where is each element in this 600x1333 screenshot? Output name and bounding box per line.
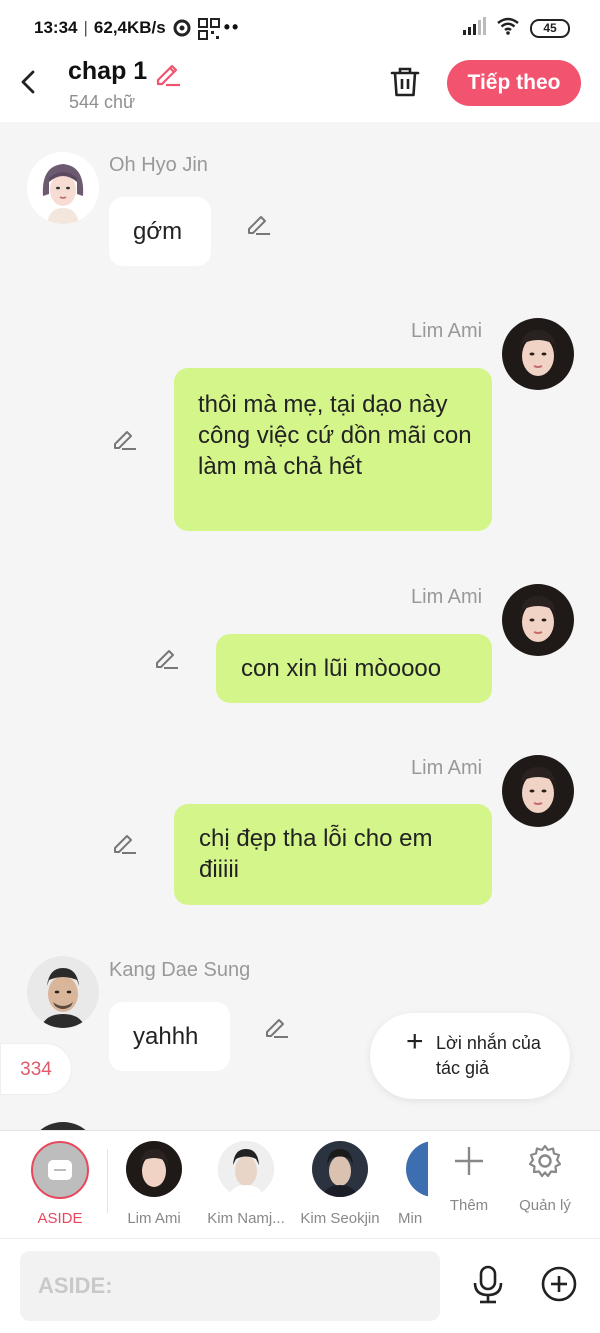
message-text: chị đẹp tha lỗi cho em điiiii bbox=[199, 825, 433, 883]
edit-title-button[interactable] bbox=[152, 58, 182, 88]
battery-indicator: 45 bbox=[530, 19, 570, 38]
network-speed: 62,4KB/s bbox=[93, 17, 166, 37]
character-min[interactable]: Min bbox=[388, 1141, 428, 1227]
message-text: con xin lũi mòoooo bbox=[241, 655, 442, 682]
character-avatar bbox=[312, 1141, 368, 1197]
signal-icon bbox=[462, 17, 486, 40]
author-note-label: Lời nhắn của tác giả bbox=[436, 1033, 541, 1078]
add-label: Thêm bbox=[449, 1197, 489, 1214]
sync-icon bbox=[172, 18, 192, 38]
character-label: Lim Ami bbox=[127, 1210, 181, 1227]
sender-name: Lim Ami bbox=[411, 320, 483, 342]
avatar-kang-dae-sung[interactable] bbox=[27, 956, 99, 1028]
voice-input-button[interactable] bbox=[470, 1265, 506, 1305]
wifi-icon bbox=[496, 17, 520, 40]
character-aside[interactable]: ASIDE bbox=[14, 1141, 106, 1227]
message-text: yahhh bbox=[133, 1023, 199, 1050]
character-label: Min bbox=[398, 1210, 423, 1227]
pencil-icon bbox=[248, 216, 270, 235]
message-bubble[interactable]: gớm bbox=[109, 197, 211, 266]
plus-icon bbox=[434, 1131, 504, 1191]
plus-icon: + bbox=[406, 1025, 424, 1058]
manage-button[interactable]: Quản lý bbox=[510, 1131, 580, 1239]
input-bar bbox=[0, 1238, 600, 1333]
character-label: Kim Seokjin bbox=[300, 1210, 380, 1227]
message-text: thôi mà mẹ, tại dạo này công việc cứ dồn… bbox=[198, 391, 472, 480]
manage-label: Quản lý bbox=[519, 1197, 571, 1214]
word-count: 544 chữ bbox=[69, 92, 136, 112]
status-separator: | bbox=[83, 17, 88, 37]
character-label: ASIDE bbox=[37, 1210, 83, 1227]
status-right: 45 bbox=[462, 17, 570, 40]
character-lim-ami[interactable]: Lim Ami bbox=[108, 1141, 200, 1227]
chevron-left-icon bbox=[21, 70, 35, 94]
avatar-lim-ami[interactable] bbox=[502, 755, 574, 827]
plus-circle-icon bbox=[541, 1266, 577, 1302]
chapter-header: chap 1 544 chữ Tiếp theo bbox=[0, 56, 600, 122]
edit-message-button[interactable] bbox=[152, 644, 180, 672]
avatar-oh-hyo-jin[interactable] bbox=[27, 152, 99, 224]
pencil-icon bbox=[114, 835, 136, 854]
author-note-button[interactable]: + Lời nhắn của tác giả bbox=[370, 1013, 570, 1099]
message-bubble[interactable]: chị đẹp tha lỗi cho em điiiii bbox=[174, 804, 492, 905]
status-left: 13:34 | 62,4KB/s •• bbox=[34, 17, 241, 40]
avatar-lim-ami[interactable] bbox=[502, 584, 574, 656]
sender-name: Lim Ami bbox=[411, 586, 483, 608]
sender-name: Lim Ami bbox=[411, 757, 483, 779]
status-time: 13:34 bbox=[34, 17, 78, 37]
more-dots-icon: •• bbox=[223, 17, 241, 37]
character-kim-namjoon[interactable]: Kim Namj... bbox=[200, 1141, 292, 1227]
status-bar: 13:34 | 62,4KB/s •• 45 bbox=[0, 0, 600, 56]
character-label: Kim Namj... bbox=[207, 1210, 285, 1227]
gear-icon bbox=[510, 1131, 580, 1191]
character-avatar bbox=[126, 1141, 182, 1197]
message-bubble[interactable]: con xin lũi mòoooo bbox=[216, 634, 492, 703]
qr-icon bbox=[197, 17, 220, 40]
avatar-partial[interactable] bbox=[27, 1122, 99, 1130]
pencil-icon bbox=[266, 1019, 288, 1038]
message-input[interactable] bbox=[20, 1251, 440, 1321]
chat-area: Oh Hyo Jin gớm Lim Ami thôi mà mẹ, tại d… bbox=[0, 122, 600, 1130]
character-avatar bbox=[406, 1141, 428, 1197]
trash-icon bbox=[390, 67, 420, 97]
character-avatar bbox=[218, 1141, 274, 1197]
edit-message-button[interactable] bbox=[244, 210, 272, 238]
message-count-badge[interactable]: 334 bbox=[0, 1043, 72, 1095]
message-bubble[interactable]: yahhh bbox=[109, 1002, 230, 1071]
sender-name: Oh Hyo Jin bbox=[109, 154, 208, 176]
sender-name: Kang Dae Sung bbox=[109, 959, 251, 981]
pencil-icon bbox=[156, 64, 180, 87]
next-button[interactable]: Tiếp theo bbox=[447, 60, 581, 106]
character-kim-seokjin[interactable]: Kim Seokjin bbox=[294, 1141, 386, 1227]
edit-message-button[interactable] bbox=[262, 1013, 290, 1041]
message-icon bbox=[48, 1160, 72, 1180]
aside-avatar bbox=[31, 1141, 89, 1199]
add-attachment-button[interactable] bbox=[540, 1265, 578, 1303]
character-bar: ASIDE Lim Ami Kim Namj... Kim Seokjin Mi… bbox=[0, 1130, 600, 1239]
pencil-icon bbox=[156, 650, 178, 669]
message-bubble[interactable]: thôi mà mẹ, tại dạo này công việc cứ dồn… bbox=[174, 368, 492, 531]
pencil-icon bbox=[114, 431, 136, 450]
delete-button[interactable] bbox=[387, 64, 423, 100]
add-character-button[interactable]: Thêm bbox=[434, 1131, 504, 1239]
message-text: gớm bbox=[133, 218, 183, 245]
edit-message-button[interactable] bbox=[110, 829, 138, 857]
back-button[interactable] bbox=[14, 66, 42, 98]
microphone-icon bbox=[473, 1265, 503, 1304]
chapter-title: chap 1 bbox=[68, 57, 148, 85]
avatar-lim-ami[interactable] bbox=[502, 318, 574, 390]
edit-message-button[interactable] bbox=[110, 425, 138, 453]
